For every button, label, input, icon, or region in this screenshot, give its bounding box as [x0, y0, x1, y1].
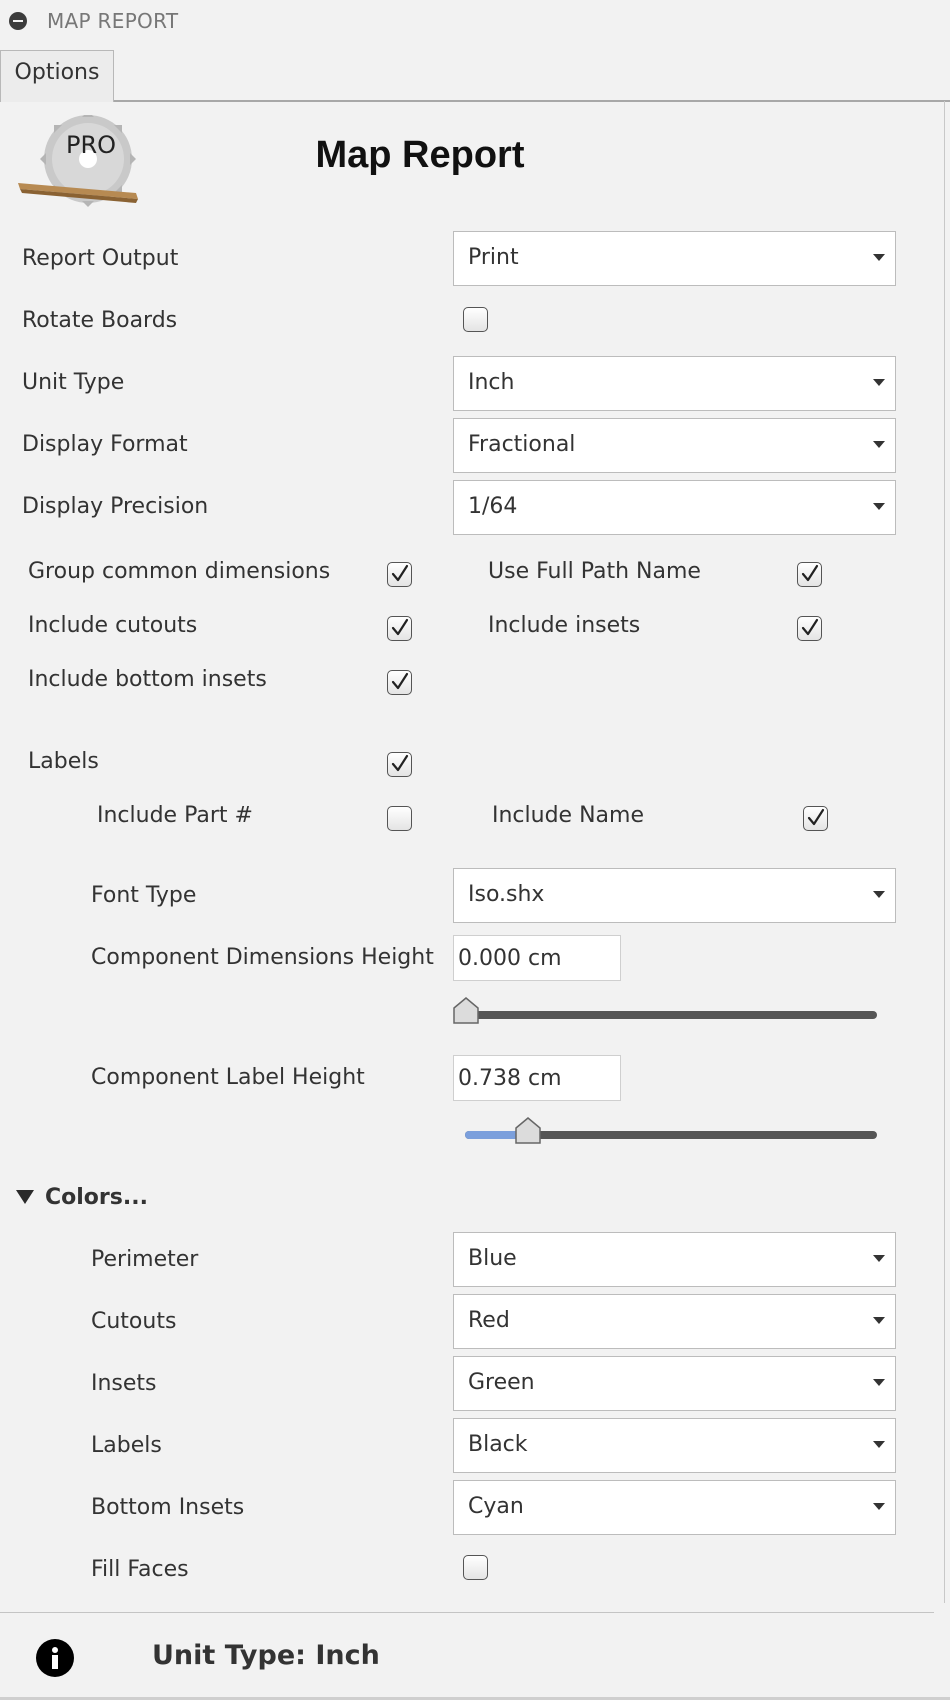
display-format-value: Fractional [468, 432, 576, 457]
chevron-down-icon [873, 254, 885, 261]
chevron-down-icon [873, 1379, 885, 1386]
triangle-down-icon[interactable] [16, 1190, 34, 1204]
display-precision-select[interactable]: 1/64 [453, 480, 896, 535]
status-text: Unit Type: Inch [152, 1640, 380, 1671]
slider-thumb[interactable] [513, 1116, 543, 1146]
chevron-down-icon [873, 1255, 885, 1262]
use-full-path-name-checkbox[interactable] [797, 562, 822, 587]
component-dimensions-height-slider[interactable] [453, 997, 877, 1034]
report-output-value: Print [468, 245, 519, 270]
report-output-select[interactable]: Print [453, 231, 896, 286]
component-dimensions-height-label: Component Dimensions Height [91, 945, 434, 970]
rotate-boards-label: Rotate Boards [22, 308, 178, 333]
include-name-checkbox[interactable] [803, 806, 828, 831]
font-type-value: Iso.shx [468, 882, 545, 907]
include-insets-label: Include insets [488, 613, 641, 638]
bottom-insets-color-select[interactable]: Cyan [453, 1480, 896, 1535]
slider-thumb[interactable] [451, 996, 481, 1026]
chevron-down-icon [873, 891, 885, 898]
chevron-down-icon [873, 503, 885, 510]
component-label-height-label: Component Label Height [91, 1065, 365, 1090]
display-format-select[interactable]: Fractional [453, 418, 896, 473]
include-part-number-label: Include Part # [97, 803, 253, 828]
cutouts-color-label: Cutouts [91, 1309, 177, 1334]
labels-color-select[interactable]: Black [453, 1418, 896, 1473]
report-output-label: Report Output [22, 246, 179, 271]
component-label-height-slider[interactable] [465, 1117, 877, 1154]
info-icon [36, 1639, 74, 1677]
include-cutouts-checkbox[interactable] [387, 616, 412, 641]
component-label-height-input[interactable]: 0.738 cm [453, 1055, 621, 1101]
display-precision-label: Display Precision [22, 494, 209, 519]
bottom-insets-color-value: Cyan [468, 1494, 524, 1519]
chevron-down-icon [873, 379, 885, 386]
component-dimensions-height-value: 0.000 cm [458, 946, 562, 971]
insets-color-value: Green [468, 1370, 535, 1395]
include-cutouts-label: Include cutouts [28, 613, 198, 638]
cutouts-color-select[interactable]: Red [453, 1294, 896, 1349]
use-full-path-name-label: Use Full Path Name [488, 559, 701, 584]
labels-color-value: Black [468, 1432, 528, 1457]
component-dimensions-height-input[interactable]: 0.000 cm [453, 935, 621, 981]
colors-section-header[interactable]: Colors... [45, 1185, 148, 1210]
insets-color-label: Insets [91, 1371, 157, 1396]
slider-track [465, 1011, 877, 1019]
logo-text: PRO [66, 131, 116, 159]
display-format-label: Display Format [22, 432, 188, 457]
include-bottom-insets-label: Include bottom insets [28, 667, 267, 692]
include-name-label: Include Name [492, 803, 644, 828]
collapse-icon[interactable] [9, 12, 27, 30]
cutouts-color-value: Red [468, 1308, 510, 1333]
display-precision-value: 1/64 [468, 494, 518, 519]
group-common-dimensions-label: Group common dimensions [28, 559, 331, 584]
page-title: Map Report [315, 134, 525, 176]
perimeter-color-value: Blue [468, 1246, 517, 1271]
unit-type-select[interactable]: Inch [453, 356, 896, 411]
include-bottom-insets-checkbox[interactable] [387, 670, 412, 695]
chevron-down-icon [873, 1317, 885, 1324]
window-title: MAP REPORT [47, 9, 179, 33]
pro-logo: PRO [18, 111, 142, 215]
include-insets-checkbox[interactable] [797, 616, 822, 641]
font-type-select[interactable]: Iso.shx [453, 868, 896, 923]
chevron-down-icon [873, 1503, 885, 1510]
title-bar: MAP REPORT [0, 0, 950, 44]
insets-color-select[interactable]: Green [453, 1356, 896, 1411]
tab-options[interactable]: Options [0, 50, 114, 102]
labels-label: Labels [28, 749, 99, 774]
tab-strip: Options [0, 43, 950, 102]
status-divider [0, 1612, 934, 1613]
font-type-label: Font Type [91, 883, 197, 908]
perimeter-color-label: Perimeter [91, 1247, 199, 1272]
fill-faces-checkbox[interactable] [463, 1555, 488, 1580]
fill-faces-label: Fill Faces [91, 1557, 189, 1582]
include-part-number-checkbox[interactable] [387, 806, 412, 831]
chevron-down-icon [873, 1441, 885, 1448]
labels-color-label: Labels [91, 1433, 162, 1458]
group-common-dimensions-checkbox[interactable] [387, 562, 412, 587]
chevron-down-icon [873, 441, 885, 448]
unit-type-label: Unit Type [22, 370, 125, 395]
labels-checkbox[interactable] [387, 752, 412, 777]
unit-type-value: Inch [468, 370, 515, 395]
component-label-height-value: 0.738 cm [458, 1066, 562, 1091]
bottom-insets-color-label: Bottom Insets [91, 1495, 245, 1520]
perimeter-color-select[interactable]: Blue [453, 1232, 896, 1287]
rotate-boards-checkbox[interactable] [463, 307, 488, 332]
